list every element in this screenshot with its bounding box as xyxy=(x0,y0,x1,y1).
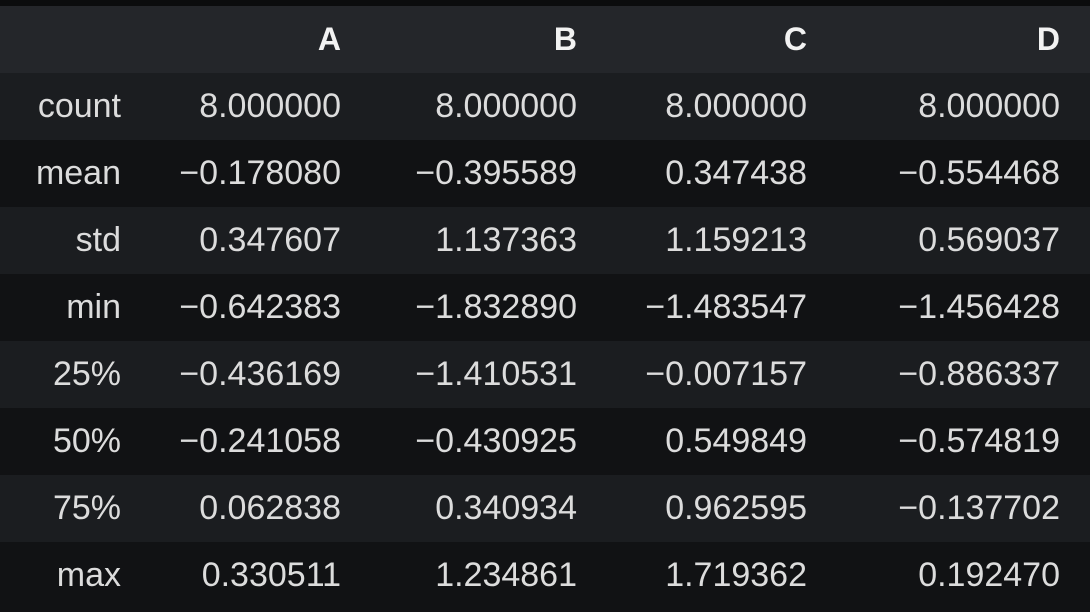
table-cell: −0.554468 xyxy=(837,140,1090,207)
table-cell: 0.347438 xyxy=(607,140,837,207)
table-cell: −0.395589 xyxy=(371,140,607,207)
table-cell: 0.549849 xyxy=(607,408,837,475)
table-cell: −0.886337 xyxy=(837,341,1090,408)
table-cell: −0.436169 xyxy=(135,341,371,408)
table-row: mean −0.178080 −0.395589 0.347438 −0.554… xyxy=(0,140,1090,207)
table-cell: 0.330511 xyxy=(135,542,371,609)
table-cell: 8.000000 xyxy=(607,73,837,140)
table-cell: 1.159213 xyxy=(607,207,837,274)
table-cell: −1.456428 xyxy=(837,274,1090,341)
table-cell: 0.340934 xyxy=(371,475,607,542)
table-cell: 1.234861 xyxy=(371,542,607,609)
table-cell: −1.410531 xyxy=(371,341,607,408)
table-cell: −1.832890 xyxy=(371,274,607,341)
table-cell: −0.574819 xyxy=(837,408,1090,475)
table-cell: 8.000000 xyxy=(837,73,1090,140)
table-cell: 8.000000 xyxy=(371,73,607,140)
table-cell: −0.241058 xyxy=(135,408,371,475)
table-cell: 8.000000 xyxy=(135,73,371,140)
table-row: 50% −0.241058 −0.430925 0.549849 −0.5748… xyxy=(0,408,1090,475)
column-header-b: B xyxy=(371,6,607,73)
table-cell: −0.642383 xyxy=(135,274,371,341)
row-label: count xyxy=(0,73,135,140)
table-cell: −0.178080 xyxy=(135,140,371,207)
table-header: A B C D xyxy=(0,6,1090,73)
column-header-a: A xyxy=(135,6,371,73)
table-cell: −1.483547 xyxy=(607,274,837,341)
header-row: A B C D xyxy=(0,6,1090,73)
describe-dataframe-table: A B C D count 8.000000 8.000000 8.000000… xyxy=(0,6,1090,609)
index-header-cell xyxy=(0,6,135,73)
table-cell: 0.962595 xyxy=(607,475,837,542)
row-label: max xyxy=(0,542,135,609)
table-cell: −0.137702 xyxy=(837,475,1090,542)
row-label: std xyxy=(0,207,135,274)
table-row: 75% 0.062838 0.340934 0.962595 −0.137702 xyxy=(0,475,1090,542)
table-row: 25% −0.436169 −1.410531 −0.007157 −0.886… xyxy=(0,341,1090,408)
table-cell: 0.347607 xyxy=(135,207,371,274)
table-cell: 1.719362 xyxy=(607,542,837,609)
table-body: count 8.000000 8.000000 8.000000 8.00000… xyxy=(0,73,1090,609)
table-row: std 0.347607 1.137363 1.159213 0.569037 xyxy=(0,207,1090,274)
table-row: min −0.642383 −1.832890 −1.483547 −1.456… xyxy=(0,274,1090,341)
row-label: min xyxy=(0,274,135,341)
table-cell: 0.569037 xyxy=(837,207,1090,274)
table-cell: −0.007157 xyxy=(607,341,837,408)
table-cell: 0.192470 xyxy=(837,542,1090,609)
table-cell: 0.062838 xyxy=(135,475,371,542)
table-cell: 1.137363 xyxy=(371,207,607,274)
row-label: 25% xyxy=(0,341,135,408)
table-cell: −0.430925 xyxy=(371,408,607,475)
table-row: max 0.330511 1.234861 1.719362 0.192470 xyxy=(0,542,1090,609)
column-header-d: D xyxy=(837,6,1090,73)
column-header-c: C xyxy=(607,6,837,73)
row-label: mean xyxy=(0,140,135,207)
row-label: 75% xyxy=(0,475,135,542)
table-row: count 8.000000 8.000000 8.000000 8.00000… xyxy=(0,73,1090,140)
row-label: 50% xyxy=(0,408,135,475)
